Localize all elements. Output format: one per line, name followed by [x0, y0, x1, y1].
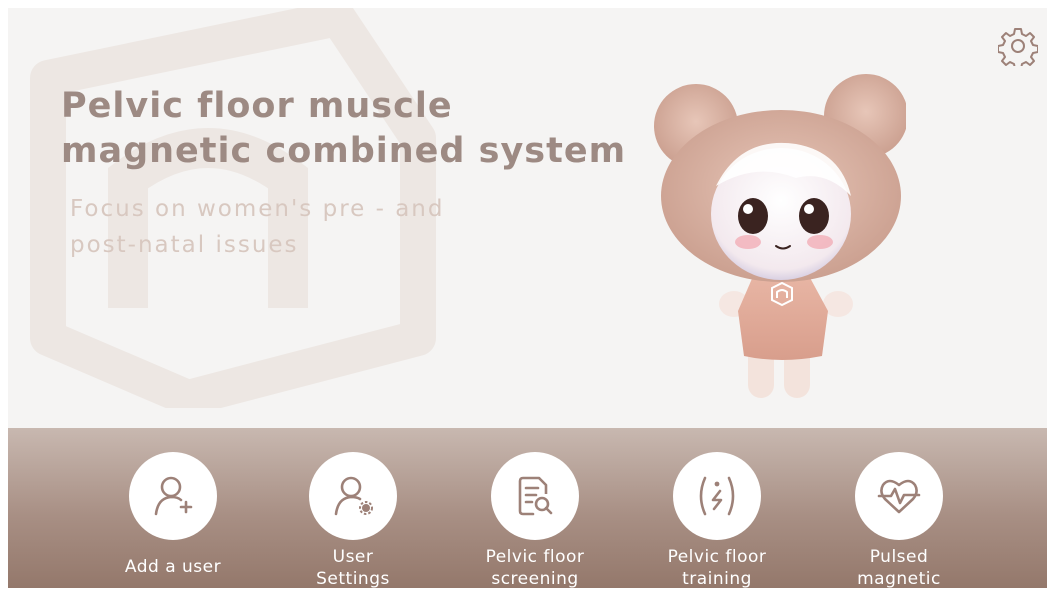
add-user-icon — [154, 476, 193, 516]
menu-label-line-1: Pelvic floor — [667, 547, 767, 567]
menu-add-user[interactable]: Add a user — [98, 452, 248, 578]
menu-user-settings[interactable]: User Settings — [278, 452, 428, 588]
title-line-1: Pelvic floor muscle — [61, 86, 453, 126]
pelvic-training-icon — [699, 476, 735, 516]
menu-pelvic-floor-training[interactable]: Pelvic floor training — [642, 452, 792, 588]
page-subtitle: Focus on women's pre - and post-natal is… — [70, 191, 444, 263]
subtitle-line-1: Focus on women's pre - and — [70, 196, 445, 222]
menu-label-line-1: Pulsed — [869, 547, 929, 567]
title-line-2: magnetic combined system — [61, 131, 627, 171]
user-settings-icon — [334, 476, 373, 516]
menu-label: Pelvic floor training — [642, 546, 792, 588]
menu-label-line-2: magnetic — [857, 569, 941, 588]
subtitle-line-2: post-natal issues — [70, 232, 299, 258]
menu-label-line-1: Pelvic floor — [485, 547, 585, 567]
gear-icon — [997, 28, 1039, 70]
menu-label-line-2: Settings — [316, 569, 390, 588]
menu-label-line-1: User — [332, 547, 374, 567]
menu-label: User Settings — [278, 546, 428, 588]
menu-circle — [855, 452, 943, 540]
document-search-icon — [518, 476, 553, 516]
heart-pulse-icon — [877, 479, 921, 514]
menu-circle — [491, 452, 579, 540]
menu-circle — [129, 452, 217, 540]
menu-label: Pelvic floor screening — [460, 546, 610, 588]
menu-label-line-2: training — [682, 569, 752, 588]
mascot-illustration — [654, 74, 906, 398]
menu-label: Pulsed magnetic — [824, 546, 974, 588]
settings-button[interactable] — [997, 26, 1039, 70]
menu-pelvic-floor-screening[interactable]: Pelvic floor screening — [460, 452, 610, 588]
menu-circle — [673, 452, 761, 540]
page-title: Pelvic floor muscle magnetic combined sy… — [61, 84, 626, 174]
menu-label: Add a user — [98, 556, 248, 578]
menu-label-line-1: Add a user — [124, 557, 222, 577]
home-screen: Pelvic floor muscle magnetic combined sy… — [8, 8, 1047, 588]
menu-pulsed-magnetic[interactable]: Pulsed magnetic — [824, 452, 974, 588]
menu-label-line-2: screening — [491, 569, 579, 588]
menu-circle — [309, 452, 397, 540]
bottom-menu-bar: Add a user User Settings Pelvic floor sc… — [8, 428, 1047, 588]
